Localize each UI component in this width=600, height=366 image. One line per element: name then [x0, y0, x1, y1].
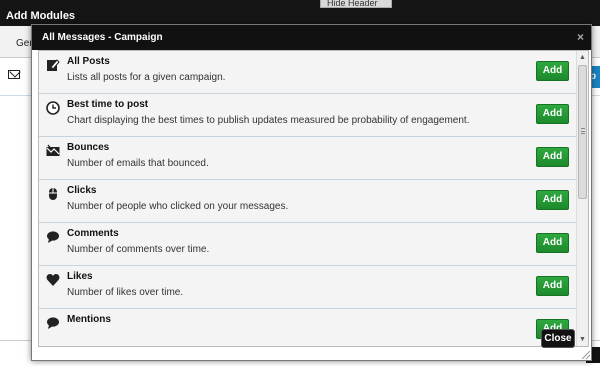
close-icon[interactable]: ×: [577, 30, 584, 44]
add-button[interactable]: Add: [536, 276, 569, 296]
module-list-viewport: All Posts Lists all posts for a given ca…: [38, 50, 589, 347]
add-button[interactable]: Add: [536, 61, 569, 81]
list-item: Likes Number of likes over time. Add: [39, 266, 577, 309]
scroll-down-arrow-icon[interactable]: ▼: [579, 336, 586, 343]
hide-header-button[interactable]: Hide Header: [320, 0, 392, 8]
module-description: Lists all posts for a given campaign.: [67, 72, 226, 83]
close-button[interactable]: Close: [541, 329, 575, 348]
list-item: All Posts Lists all posts for a given ca…: [39, 51, 577, 94]
list-item: Clicks Number of people who clicked on y…: [39, 180, 577, 223]
module-description: Number of comments over time.: [67, 244, 210, 255]
background-header: Add Modules: [0, 0, 600, 26]
add-button[interactable]: Add: [536, 190, 569, 210]
mention-icon: [46, 316, 60, 330]
list-item: Bounces Number of emails that bounced. A…: [39, 137, 577, 180]
module-description: Number of likes over time.: [67, 287, 184, 298]
add-button[interactable]: Add: [536, 104, 569, 124]
module-name: Best time to post: [67, 99, 149, 110]
module-name: All Posts: [67, 56, 110, 67]
module-name: Clicks: [67, 185, 97, 196]
edit-icon: [46, 58, 60, 72]
list-item: Comments Number of comments over time. A…: [39, 223, 577, 266]
comment-icon: [46, 230, 60, 244]
mouse-icon: [46, 187, 60, 201]
module-list: All Posts Lists all posts for a given ca…: [39, 51, 577, 346]
dialog-title: All Messages - Campaign: [42, 32, 163, 43]
module-name: Mentions: [67, 314, 111, 325]
scrollbar[interactable]: ▲ ▼: [576, 51, 588, 346]
module-description: Chart displaying the best times to publi…: [67, 115, 470, 126]
bounce-icon: [46, 144, 60, 158]
mail-icon: [8, 70, 20, 79]
dialog-header: All Messages - Campaign ×: [32, 25, 591, 50]
list-item: Best time to post Chart displaying the b…: [39, 94, 577, 137]
module-description: Number of people who clicked on your mes…: [67, 201, 289, 212]
scrollbar-thumb[interactable]: [578, 65, 587, 199]
background-title: Add Modules: [6, 10, 76, 22]
heart-icon: [46, 273, 60, 287]
module-description: Number of emails that bounced.: [67, 158, 209, 169]
clock-icon: [46, 101, 60, 115]
scroll-up-arrow-icon[interactable]: ▲: [579, 54, 586, 61]
module-name: Comments: [67, 228, 119, 239]
module-name: Likes: [67, 271, 93, 282]
add-modules-dialog: All Messages - Campaign × All Posts List…: [31, 24, 592, 361]
module-name: Bounces: [67, 142, 110, 153]
add-button[interactable]: Add: [536, 147, 569, 167]
grip-icon: [581, 128, 585, 134]
list-item: Mentions Add: [39, 309, 577, 346]
add-button[interactable]: Add: [536, 233, 569, 253]
resize-handle-icon[interactable]: [582, 351, 590, 359]
